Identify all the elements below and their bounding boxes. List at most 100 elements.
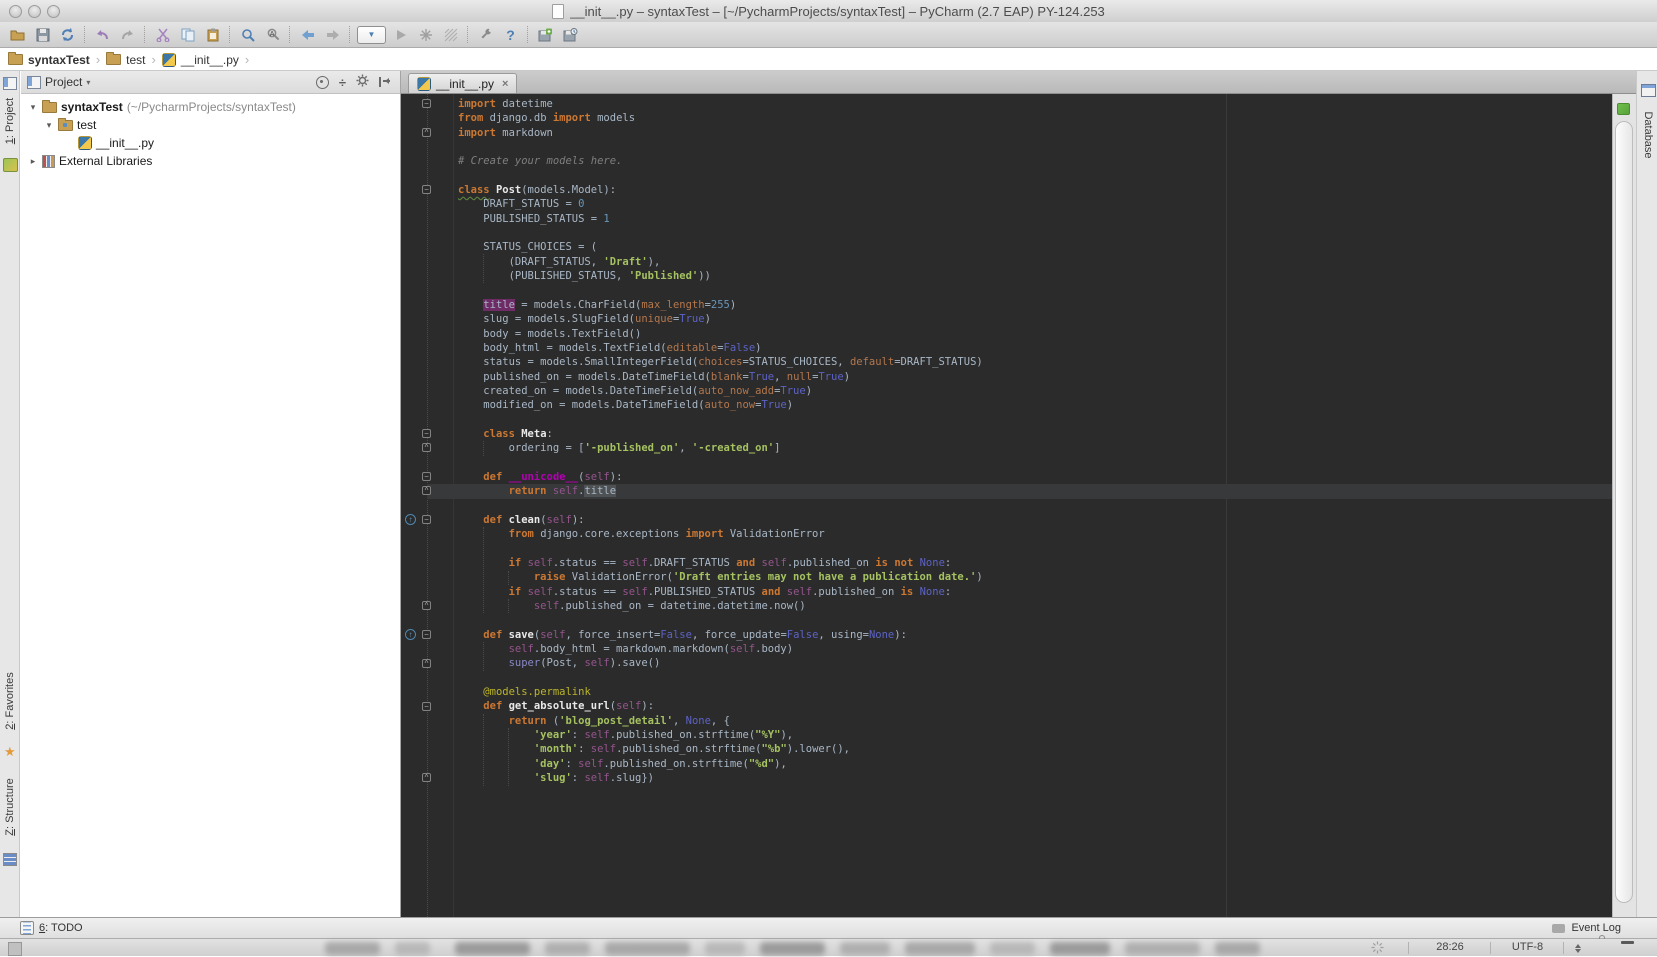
code-line[interactable]: super(Post, self).save() [458,656,1612,670]
code-line[interactable]: 'month': self.published_on.strftime("%b"… [458,742,1612,756]
code-line[interactable]: DRAFT_STATUS = 0 [458,197,1612,211]
code-line[interactable]: def get_absolute_url(self): [458,699,1612,713]
breadcrumb-item-file[interactable]: __init__.py [161,52,239,67]
inspection-status-indicator[interactable] [1617,103,1630,115]
code-line[interactable]: self.body_html = markdown.markdown(self.… [458,642,1612,656]
code-line[interactable]: raise ValidationError('Draft entries may… [458,570,1612,584]
sidebar-item-project[interactable]: 1: Project [4,86,16,156]
code-line[interactable] [458,140,1612,154]
code-line[interactable]: def save(self, force_insert=False, force… [458,628,1612,642]
fold-marker-open-icon[interactable]: − [422,629,431,639]
close-icon[interactable]: × [502,78,508,90]
open-folder-icon[interactable] [5,24,30,46]
structure-icon[interactable] [3,853,17,866]
run-config-dropdown[interactable]: ▼ [355,24,388,46]
code-line[interactable]: PUBLISHED_STATUS = 1 [458,212,1612,226]
code-line[interactable]: status = models.SmallIntegerField(choice… [458,355,1612,369]
code-line[interactable] [458,226,1612,240]
fold-marker-end-icon[interactable]: ^ [422,443,431,453]
cut-icon[interactable] [150,24,175,46]
fold-marker-open-icon[interactable]: − [422,185,431,195]
import-settings-icon[interactable] [558,24,583,46]
code-line[interactable]: if self.status == self.PUBLISHED_STATUS … [458,585,1612,599]
code-line[interactable] [458,456,1612,470]
tree-row-external-libraries[interactable]: ▸ External Libraries [21,152,400,170]
code-line[interactable]: body = models.TextField() [458,327,1612,341]
code-line[interactable] [458,169,1612,183]
code-line[interactable]: import datetime [458,97,1612,111]
code-line[interactable]: 'slug': self.slug}) [458,771,1612,785]
file-encoding[interactable]: UTF-8 [1500,941,1555,953]
nav-back-icon[interactable] [295,24,320,46]
todo-tool-button[interactable]: 6: TODO [20,918,83,938]
sidebar-item-structure[interactable]: Z: Structure [4,767,16,847]
fold-marker-end-icon[interactable]: ^ [422,127,431,137]
window-close-button[interactable] [9,5,22,18]
project-tool-icon[interactable] [3,158,18,172]
code-line[interactable]: 'year': self.published_on.strftime("%Y")… [458,728,1612,742]
code-editor[interactable]: − ^ − − ^ − ^ − ↑ ^ − ↑ ^ − ^ import datetime from djan… [401,94,1612,917]
overrides-method-icon[interactable]: ↑ [405,628,416,640]
gear-icon[interactable] [356,74,369,90]
editor-scrollbar[interactable] [1612,94,1636,917]
code-line[interactable]: (DRAFT_STATUS, 'Draft'), [458,255,1612,269]
code-line[interactable]: ordering = ['-published_on', '-created_o… [458,441,1612,455]
code-line[interactable]: body_html = models.TextField(editable=Fa… [458,341,1612,355]
code-line[interactable] [458,613,1612,627]
code-line[interactable]: self.published_on = datetime.datetime.no… [458,599,1612,613]
chevron-collapsed-icon[interactable]: ▸ [28,156,38,167]
code-line[interactable]: @models.permalink [458,685,1612,699]
tree-row-init-file[interactable]: __init__.py [21,134,400,152]
save-all-icon[interactable] [30,24,55,46]
redo-icon[interactable] [115,24,140,46]
tree-row-project-root[interactable]: ▾ syntaxTest (~/PycharmProjects/syntaxTe… [21,98,400,116]
fold-marker-end-icon[interactable]: ^ [422,601,431,611]
code-line[interactable]: if self.status == self.DRAFT_STATUS and … [458,556,1612,570]
settings-wrench-icon[interactable] [473,24,498,46]
undo-icon[interactable] [90,24,115,46]
caret-position[interactable]: 28:26 [1420,941,1480,953]
code-line[interactable]: return ('blog_post_detail', None, { [458,714,1612,728]
line-separator-toggle-icon[interactable] [1575,941,1581,956]
code-line[interactable] [458,499,1612,513]
fold-marker-open-icon[interactable]: − [422,701,431,711]
code-line[interactable]: slug = models.SlugField(unique=True) [458,312,1612,326]
code-line[interactable]: created_on = models.DateTimeField(auto_n… [458,384,1612,398]
overrides-method-icon[interactable]: ↑ [405,514,416,526]
code-line[interactable]: from django.core.exceptions import Valid… [458,527,1612,541]
event-log-button[interactable]: Event Log [1552,918,1621,938]
run-icon[interactable] [388,24,413,46]
fold-marker-open-icon[interactable]: − [422,429,431,439]
copy-icon[interactable] [175,24,200,46]
breadcrumb-item-package[interactable]: test [106,52,146,67]
replace-icon[interactable]: A [260,24,285,46]
help-icon[interactable]: ? [498,24,523,46]
fold-marker-open-icon[interactable]: − [422,99,431,108]
code-line[interactable] [458,413,1612,427]
export-settings-icon[interactable] [533,24,558,46]
background-tasks-icon[interactable] [1371,941,1384,957]
star-icon[interactable]: ★ [4,745,16,758]
fold-marker-end-icon[interactable]: ^ [422,486,431,496]
sidebar-item-database[interactable]: Database [1642,100,1654,170]
fold-marker-end-icon[interactable]: ^ [422,773,431,783]
find-icon[interactable] [235,24,260,46]
code-line[interactable]: def __unicode__(self): [458,470,1612,484]
code-line[interactable]: STATUS_CHOICES = ( [458,240,1612,254]
code-line[interactable]: modified_on = models.DateTimeField(auto_… [458,398,1612,412]
code-line[interactable]: def clean(self): [458,513,1612,527]
code-line[interactable]: return self.title [427,484,1612,499]
collapse-all-icon[interactable]: ÷ [339,75,346,90]
fold-marker-open-icon[interactable]: − [422,515,431,525]
hide-panel-icon[interactable] [379,77,392,87]
code-line[interactable]: class Post(models.Model): [458,183,1612,197]
code-line[interactable]: title = models.CharField(max_length=255) [458,298,1612,312]
chevron-down-icon[interactable]: ▾ [86,78,90,87]
window-minimize-button[interactable] [28,5,41,18]
code-line[interactable]: published_on = models.DateTimeField(blan… [458,370,1612,384]
tree-row-package-test[interactable]: ▾ test [21,116,400,134]
code-line[interactable]: import markdown [458,126,1612,140]
code-line[interactable] [458,542,1612,556]
profile-grid-icon[interactable] [438,24,463,46]
code-line[interactable]: 'day': self.published_on.strftime("%d"), [458,757,1612,771]
